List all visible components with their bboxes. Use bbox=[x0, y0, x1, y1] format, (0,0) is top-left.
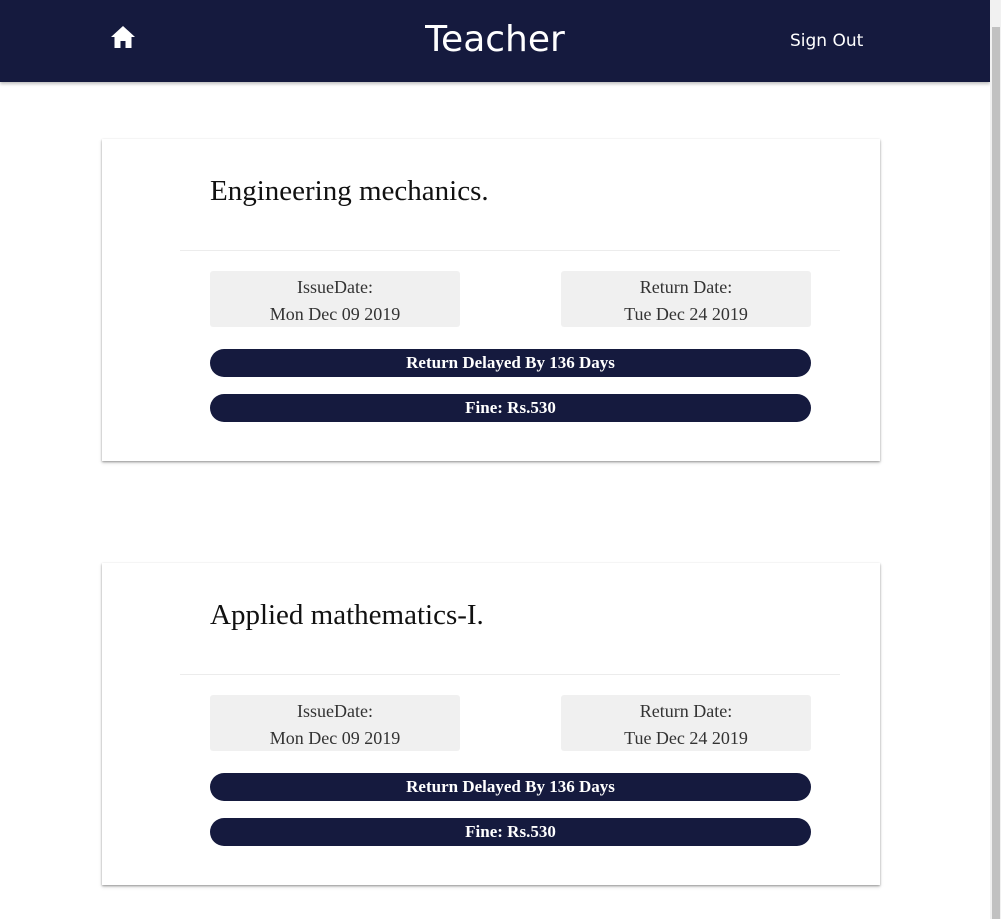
issue-date-label: IssueDate: bbox=[297, 701, 373, 721]
book-title: Engineering mechanics. bbox=[210, 175, 489, 207]
issue-date-label: IssueDate: bbox=[297, 277, 373, 297]
return-date-box: Return Date: Tue Dec 24 2019 bbox=[561, 271, 811, 327]
card-divider bbox=[180, 250, 840, 251]
scrollbar-thumb[interactable] bbox=[992, 27, 1000, 919]
issue-date-box: IssueDate: Mon Dec 09 2019 bbox=[210, 271, 460, 327]
issue-date-box: IssueDate: Mon Dec 09 2019 bbox=[210, 695, 460, 751]
top-navbar: Teacher Sign Out bbox=[0, 0, 990, 82]
return-date-label: Return Date: bbox=[639, 701, 733, 721]
fine-badge: Fine: Rs.530 bbox=[210, 394, 811, 422]
book-card: Applied mathematics-I. IssueDate: Mon De… bbox=[102, 563, 880, 885]
return-date-box: Return Date: Tue Dec 24 2019 bbox=[561, 695, 811, 751]
book-card: Engineering mechanics. IssueDate: Mon De… bbox=[102, 139, 880, 461]
book-title: Applied mathematics-I. bbox=[210, 599, 484, 631]
issue-date-value: Mon Dec 09 2019 bbox=[269, 304, 401, 324]
card-divider bbox=[180, 674, 840, 675]
return-delayed-badge: Return Delayed By 136 Days bbox=[210, 349, 811, 377]
return-date-label: Return Date: bbox=[639, 277, 733, 297]
fine-badge: Fine: Rs.530 bbox=[210, 818, 811, 846]
issue-date-value: Mon Dec 09 2019 bbox=[269, 728, 401, 748]
sign-out-link[interactable]: Sign Out bbox=[790, 29, 863, 53]
return-delayed-badge: Return Delayed By 136 Days bbox=[210, 773, 811, 801]
return-date-value: Tue Dec 24 2019 bbox=[624, 304, 748, 324]
return-date-value: Tue Dec 24 2019 bbox=[624, 728, 748, 748]
